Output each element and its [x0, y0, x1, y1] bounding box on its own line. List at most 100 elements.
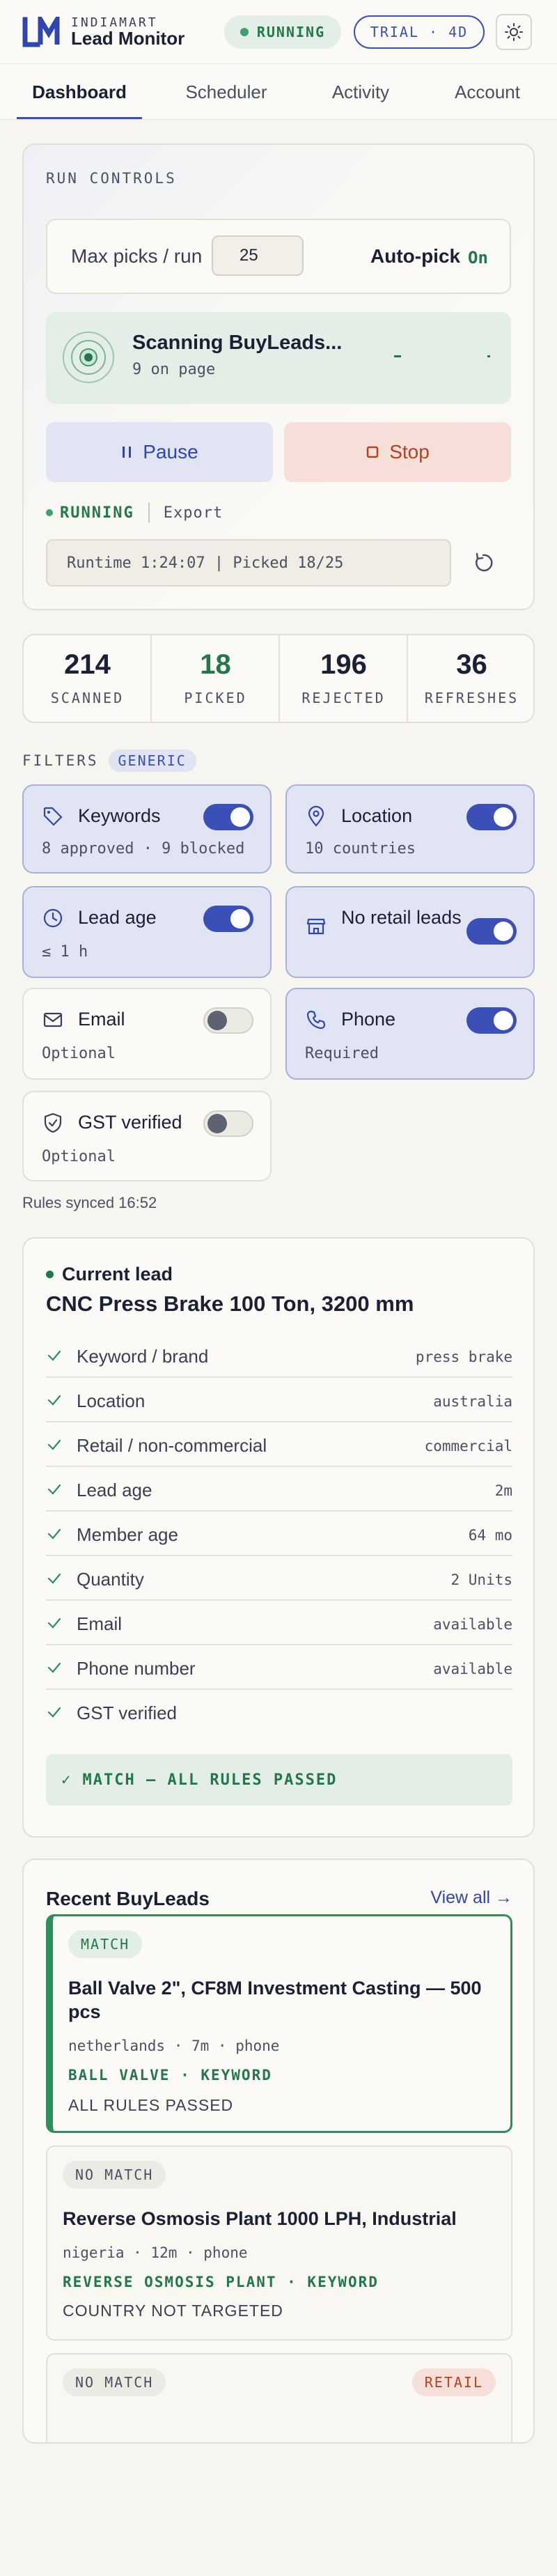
stat-refreshes: 36 REFRESHES [408, 635, 535, 722]
status-dot-icon [46, 509, 53, 516]
phone-icon [306, 1010, 326, 1030]
runtime-readout: Runtime 1:24:07 | Picked 18/25 [46, 539, 451, 587]
tag-icon [43, 807, 63, 826]
max-picks-input[interactable]: 25 [212, 235, 304, 276]
no-match-badge: NO MATCH [63, 2368, 166, 2396]
check-icon [47, 1662, 61, 1673]
lead-meta: netherlands · 7m · phone [68, 2038, 280, 2054]
tab-account[interactable]: Account [418, 64, 557, 120]
autopick-value[interactable]: On [468, 248, 488, 267]
filter-profile-badge[interactable]: GENERIC [108, 750, 196, 772]
location-toggle[interactable] [466, 804, 517, 830]
running-status-pill: RUNNING [224, 15, 341, 49]
tab-dashboard[interactable]: Dashboard [10, 64, 149, 120]
filter-card-gst[interactable]: GST verified Optional [22, 1091, 272, 1181]
lead-meta: nigeria · 12m · phone [63, 2244, 248, 2261]
rule-name: Location [77, 1390, 146, 1411]
stat-picked: 18 PICKED [152, 635, 279, 722]
filter-card-email[interactable]: Email Optional [22, 988, 272, 1080]
match-badge: MATCH [68, 1930, 143, 1958]
lead-age-toggle[interactable] [203, 906, 253, 932]
rule-name: Phone number [77, 1658, 196, 1679]
rule-name: Keyword / brand [77, 1346, 209, 1367]
rule-value: 2m [494, 1482, 512, 1499]
recent-lead-item[interactable]: NO MATCH Reverse Osmosis Plant 1000 LPH,… [46, 2146, 512, 2341]
current-lead-title: CNC Press Brake 100 Ton, 3200 mm [46, 1291, 414, 1316]
rule-value: press brake [415, 1349, 512, 1365]
stat-value: 196 [320, 649, 367, 680]
map-pin-icon [308, 805, 324, 827]
recent-lead-item[interactable]: MATCH Ball Valve 2", CF8M Investment Cas… [46, 1914, 512, 2133]
filter-card-keywords[interactable]: Keywords 8 approved · 9 blocked [22, 784, 272, 874]
keywords-toggle[interactable] [203, 804, 253, 830]
shield-check-icon [44, 1112, 62, 1133]
match-result-banner: ✓ MATCH — ALL RULES PASSED [46, 1754, 512, 1806]
lead-keyword: REVERSE OSMOSIS PLANT · KEYWORD [63, 2274, 379, 2290]
lead-reason: COUNTRY NOT TARGETED [63, 2302, 283, 2320]
check-icon [47, 1439, 61, 1450]
run-controls-card: RUN CONTROLS Max picks / run 25 Auto-pic… [22, 143, 535, 610]
stat-label: SCANNED [50, 690, 125, 706]
recent-lead-item[interactable]: NO MATCH RETAIL [46, 2353, 512, 2442]
rule-value: 2 Units [450, 1572, 512, 1588]
autopick-label: Auto-pick [370, 245, 461, 267]
check-icon [47, 1573, 61, 1584]
filter-card-location[interactable]: Location 10 countries [285, 784, 535, 874]
run-controls-title: RUN CONTROLS [46, 170, 177, 187]
stat-label: REJECTED [301, 690, 386, 706]
refresh-icon[interactable] [469, 549, 497, 577]
rule-name: Member age [77, 1524, 178, 1545]
max-picks-row: Max picks / run 25 Auto-pick On [46, 219, 511, 294]
rule-row: GST verified [46, 1690, 512, 1735]
current-lead-label: Current lead [46, 1264, 173, 1285]
live-dot-icon [46, 1271, 54, 1278]
filter-card-no-retail[interactable]: No retail leads [285, 886, 535, 978]
view-all-link[interactable]: View all → [430, 1888, 512, 1908]
gst-toggle[interactable] [203, 1110, 253, 1137]
filter-title: Lead age [78, 907, 157, 928]
tab-activity[interactable]: Activity [291, 64, 430, 120]
tab-scheduler[interactable]: Scheduler [157, 64, 296, 120]
email-toggle[interactable] [203, 1007, 253, 1034]
rule-row: Quantity 2 Units [46, 1556, 512, 1601]
scanning-status: Scanning BuyLeads... 9 on page [46, 312, 511, 404]
check-icon [47, 1395, 61, 1406]
rule-row: Retail / non-commercial commercial [46, 1422, 512, 1467]
stats-card: 214 SCANNED 18 PICKED 196 REJECTED 36 RE… [22, 634, 535, 723]
scan-title: Scanning BuyLeads... [132, 332, 343, 354]
filter-card-lead-age[interactable]: Lead age ≤ 1 h [22, 886, 272, 978]
check-icon [47, 1617, 61, 1629]
filter-card-phone[interactable]: Phone Required [285, 988, 535, 1080]
rule-name: GST verified [77, 1702, 178, 1723]
pause-button[interactable]: Pause [46, 422, 273, 482]
rule-row: Keyword / brand press brake [46, 1333, 512, 1378]
filter-title: GST verified [78, 1112, 182, 1133]
trial-badge[interactable]: TRIAL · 4D [354, 15, 485, 49]
rule-name: Lead age [77, 1480, 152, 1500]
stat-scanned: 214 SCANNED [24, 635, 151, 722]
export-link[interactable]: Export [164, 504, 223, 522]
filter-title: Location [341, 805, 413, 826]
rule-row: Email available [46, 1601, 512, 1645]
recent-buyleads-card: Recent BuyLeads View all → MATCH Ball Va… [22, 1859, 535, 2444]
max-picks-label: Max picks / run [71, 245, 203, 267]
theme-toggle-button[interactable] [496, 14, 532, 50]
rule-row: Lead age 2m [46, 1467, 512, 1512]
rule-value: available [433, 1616, 512, 1633]
pause-icon [123, 447, 132, 458]
store-icon [306, 918, 326, 935]
check-icon [47, 1528, 61, 1539]
rules-synced-text: Rules synced 16:52 [22, 1194, 157, 1211]
stat-label: PICKED [184, 690, 247, 706]
filter-title: No retail leads [341, 907, 462, 928]
stat-label: REFRESHES [424, 690, 519, 706]
no-retail-toggle[interactable] [466, 918, 517, 945]
phone-toggle[interactable] [466, 1007, 517, 1034]
stop-button[interactable]: Stop [284, 422, 511, 482]
current-lead-card: Current lead CNC Press Brake 100 Ton, 32… [22, 1237, 535, 1838]
stat-rejected: 196 REJECTED [280, 635, 407, 722]
radar-icon [63, 332, 114, 383]
filter-subtext: Required [305, 1045, 379, 1062]
rule-value: 64 mo [468, 1527, 512, 1544]
app-title: Lead Monitor [71, 28, 185, 49]
